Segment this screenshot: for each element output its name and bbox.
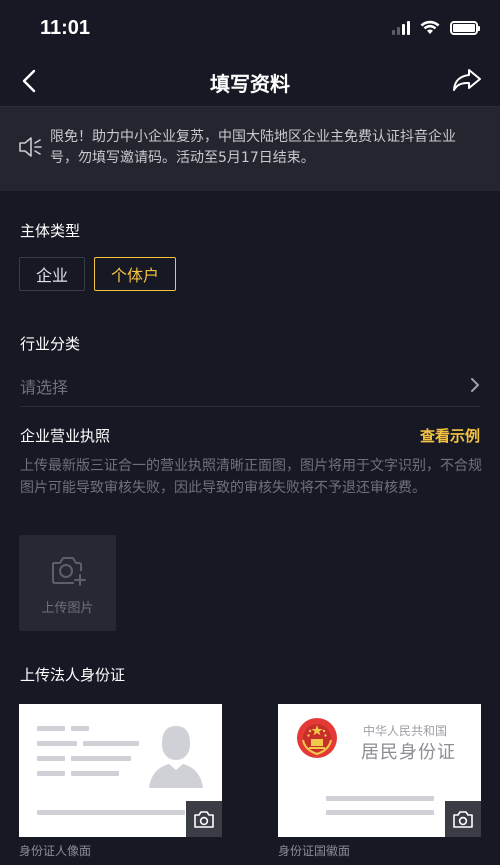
id-back-subtitle: 居民身份证 bbox=[361, 742, 456, 763]
legal-id-label: 上传法人身份证 bbox=[20, 666, 126, 684]
card-line bbox=[37, 756, 65, 761]
card-line bbox=[37, 810, 185, 815]
card-line bbox=[71, 771, 119, 776]
id-card-front-upload[interactable] bbox=[19, 704, 222, 837]
id-back-title: 中华人民共和国 bbox=[363, 724, 448, 738]
status-time: 11:01 bbox=[40, 17, 91, 39]
entity-type-label: 主体类型 bbox=[20, 222, 81, 240]
card-line bbox=[37, 771, 65, 776]
entity-type-option-enterprise[interactable]: 企业 bbox=[19, 257, 85, 291]
camera-icon bbox=[186, 801, 222, 837]
industry-select[interactable]: 请选择 bbox=[20, 366, 480, 406]
cellular-signal-icon bbox=[392, 20, 410, 35]
wifi-icon bbox=[420, 20, 440, 34]
portrait-silhouette-icon bbox=[149, 726, 203, 788]
status-icons bbox=[392, 20, 480, 35]
card-line bbox=[83, 741, 139, 746]
industry-placeholder: 请选择 bbox=[20, 378, 69, 397]
card-line bbox=[71, 726, 89, 731]
speaker-icon bbox=[18, 135, 44, 163]
camera-icon bbox=[445, 801, 481, 837]
divider bbox=[20, 406, 480, 407]
card-line bbox=[326, 810, 434, 815]
card-line bbox=[37, 726, 65, 731]
notice-banner: 限免！助力中小企业复苏，中国大陆地区企业主免费认证抖音企业号，勿填写邀请码。活动… bbox=[0, 107, 500, 191]
status-bar: 11:01 bbox=[0, 0, 500, 60]
card-line bbox=[326, 796, 434, 801]
view-example-link[interactable]: 查看示例 bbox=[420, 425, 480, 446]
share-arrow-icon[interactable] bbox=[450, 65, 484, 95]
chevron-right-icon bbox=[470, 377, 480, 397]
notice-text: 限免！助力中小企业复苏，中国大陆地区企业主免费认证抖音企业号，勿填写邀请码。活动… bbox=[50, 129, 456, 166]
business-license-description: 上传最新版三证合一的营业执照清晰正面图，图片将用于文字识别，不合规图片可能导致审… bbox=[20, 458, 482, 496]
national-emblem-icon bbox=[297, 718, 337, 758]
nav-bar: 填写资料 bbox=[0, 60, 500, 106]
business-license-label: 企业营业执照 bbox=[20, 427, 111, 445]
entity-type-option-individual[interactable]: 个体户 bbox=[94, 257, 176, 291]
upload-label: 上传图片 bbox=[41, 601, 94, 616]
id-card-back-upload[interactable]: 中华人民共和国 居民身份证 bbox=[278, 704, 481, 837]
card-line bbox=[71, 756, 131, 761]
card-line bbox=[37, 741, 77, 746]
page-title: 填写资料 bbox=[210, 72, 290, 96]
upload-license-button[interactable]: 上传图片 bbox=[19, 535, 116, 631]
id-back-caption: 身份证国徽面 bbox=[278, 844, 351, 858]
battery-icon bbox=[450, 20, 480, 35]
id-front-caption: 身份证人像面 bbox=[19, 844, 92, 858]
camera-add-icon bbox=[50, 555, 86, 591]
industry-label: 行业分类 bbox=[20, 335, 81, 353]
